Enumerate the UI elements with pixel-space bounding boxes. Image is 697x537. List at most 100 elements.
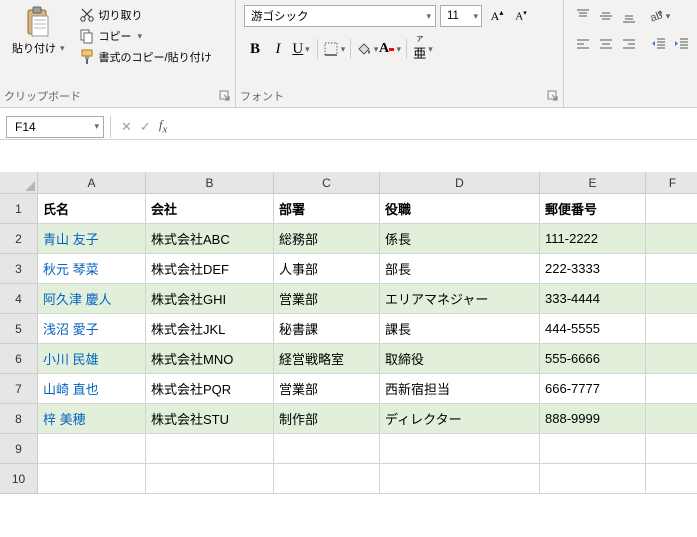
cell[interactable] bbox=[380, 434, 540, 464]
paste-button[interactable]: 貼り付け▾ bbox=[4, 2, 73, 60]
cell[interactable]: 営業部 bbox=[274, 374, 380, 404]
cell[interactable]: 株式会社GHI bbox=[146, 284, 274, 314]
cell[interactable]: 株式会社DEF bbox=[146, 254, 274, 284]
cell[interactable]: 総務部 bbox=[274, 224, 380, 254]
cell[interactable] bbox=[646, 284, 697, 314]
cell[interactable] bbox=[646, 254, 697, 284]
row-header[interactable]: 6 bbox=[0, 344, 38, 374]
cell[interactable]: 制作部 bbox=[274, 404, 380, 434]
cell[interactable]: エリアマネジャー bbox=[380, 284, 540, 314]
align-right-button[interactable] bbox=[618, 33, 640, 55]
cell[interactable]: 青山 友子 bbox=[38, 224, 146, 254]
row-header[interactable]: 9 bbox=[0, 434, 38, 464]
row-header[interactable]: 3 bbox=[0, 254, 38, 284]
cell[interactable]: 郵便番号 bbox=[540, 194, 646, 224]
cell[interactable] bbox=[146, 464, 274, 494]
cell[interactable]: 氏名 bbox=[38, 194, 146, 224]
column-header[interactable]: E bbox=[540, 172, 646, 194]
font-color-button[interactable]: A▾ bbox=[379, 38, 401, 60]
cell[interactable] bbox=[646, 344, 697, 374]
copy-button[interactable]: コピー ▾ bbox=[75, 26, 216, 46]
cell[interactable] bbox=[646, 224, 697, 254]
cell[interactable]: 西新宿担当 bbox=[380, 374, 540, 404]
column-header[interactable]: C bbox=[274, 172, 380, 194]
format-painter-button[interactable]: 書式のコピー/貼り付け bbox=[75, 47, 216, 67]
fill-color-button[interactable]: ▾ bbox=[356, 38, 378, 60]
row-header[interactable]: 1 bbox=[0, 194, 38, 224]
orientation-button[interactable]: ab▾ bbox=[648, 5, 670, 27]
column-header[interactable]: F bbox=[646, 172, 697, 194]
cell[interactable]: 人事部 bbox=[274, 254, 380, 284]
cell[interactable] bbox=[646, 434, 697, 464]
cell[interactable] bbox=[646, 194, 697, 224]
row-header[interactable]: 2 bbox=[0, 224, 38, 254]
cell[interactable]: 444-5555 bbox=[540, 314, 646, 344]
cell[interactable]: 小川 民雄 bbox=[38, 344, 146, 374]
column-header[interactable]: D bbox=[380, 172, 540, 194]
increase-indent-button[interactable] bbox=[671, 33, 693, 55]
align-top-button[interactable] bbox=[572, 5, 594, 27]
cell[interactable]: 秋元 琴菜 bbox=[38, 254, 146, 284]
row-header[interactable]: 5 bbox=[0, 314, 38, 344]
cell[interactable]: 株式会社PQR bbox=[146, 374, 274, 404]
cell[interactable]: 梓 美穂 bbox=[38, 404, 146, 434]
cell[interactable]: 333-4444 bbox=[540, 284, 646, 314]
cell[interactable] bbox=[146, 434, 274, 464]
increase-font-button[interactable]: A▴ bbox=[486, 5, 508, 27]
cell[interactable]: 111-2222 bbox=[540, 224, 646, 254]
row-header[interactable]: 8 bbox=[0, 404, 38, 434]
phonetic-button[interactable]: ア亜▾ bbox=[412, 38, 434, 60]
cell[interactable]: 課長 bbox=[380, 314, 540, 344]
underline-button[interactable]: U▾ bbox=[290, 38, 312, 60]
select-all-corner[interactable] bbox=[0, 172, 38, 194]
cell[interactable]: 役職 bbox=[380, 194, 540, 224]
cell[interactable] bbox=[646, 314, 697, 344]
cell[interactable] bbox=[274, 434, 380, 464]
cell[interactable]: 営業部 bbox=[274, 284, 380, 314]
name-box[interactable]: F14 ▾ bbox=[6, 116, 104, 138]
cell[interactable]: 株式会社MNO bbox=[146, 344, 274, 374]
cell[interactable]: 株式会社STU bbox=[146, 404, 274, 434]
font-size-selector[interactable]: 11 ▾ bbox=[440, 5, 482, 27]
cell[interactable]: 係長 bbox=[380, 224, 540, 254]
row-header[interactable]: 7 bbox=[0, 374, 38, 404]
cell[interactable]: 部署 bbox=[274, 194, 380, 224]
cell[interactable] bbox=[380, 464, 540, 494]
cell[interactable]: 部長 bbox=[380, 254, 540, 284]
cell[interactable]: 山崎 直也 bbox=[38, 374, 146, 404]
italic-button[interactable]: I bbox=[267, 38, 289, 60]
row-header[interactable]: 10 bbox=[0, 464, 38, 494]
cell[interactable]: 取締役 bbox=[380, 344, 540, 374]
cancel-icon[interactable]: ✕ bbox=[121, 119, 132, 135]
decrease-indent-button[interactable] bbox=[648, 33, 670, 55]
formula-input[interactable] bbox=[177, 116, 697, 138]
cut-button[interactable]: 切り取り bbox=[75, 5, 216, 25]
cell[interactable] bbox=[540, 464, 646, 494]
row-header[interactable]: 4 bbox=[0, 284, 38, 314]
cell[interactable] bbox=[646, 404, 697, 434]
cell[interactable]: 666-7777 bbox=[540, 374, 646, 404]
cell[interactable] bbox=[274, 464, 380, 494]
cell[interactable]: 秘書課 bbox=[274, 314, 380, 344]
column-header[interactable]: A bbox=[38, 172, 146, 194]
cell[interactable]: ディレクター bbox=[380, 404, 540, 434]
cell[interactable]: 株式会社JKL bbox=[146, 314, 274, 344]
cell[interactable] bbox=[646, 464, 697, 494]
cell[interactable]: 888-9999 bbox=[540, 404, 646, 434]
align-bottom-button[interactable] bbox=[618, 5, 640, 27]
dialog-launcher-icon[interactable] bbox=[219, 90, 231, 102]
column-header[interactable]: B bbox=[146, 172, 274, 194]
cell[interactable] bbox=[540, 434, 646, 464]
cell[interactable]: 阿久津 慶人 bbox=[38, 284, 146, 314]
dialog-launcher-icon[interactable] bbox=[547, 90, 559, 102]
cell[interactable]: 経営戦略室 bbox=[274, 344, 380, 374]
cell[interactable]: 会社 bbox=[146, 194, 274, 224]
font-name-selector[interactable]: 游ゴシック ▾ bbox=[244, 5, 436, 27]
cell[interactable] bbox=[38, 434, 146, 464]
align-left-button[interactable] bbox=[572, 33, 594, 55]
cell[interactable]: 浅沼 愛子 bbox=[38, 314, 146, 344]
cell[interactable] bbox=[38, 464, 146, 494]
cell[interactable]: 222-3333 bbox=[540, 254, 646, 284]
bold-button[interactable]: B bbox=[244, 38, 266, 60]
cell[interactable]: 555-6666 bbox=[540, 344, 646, 374]
